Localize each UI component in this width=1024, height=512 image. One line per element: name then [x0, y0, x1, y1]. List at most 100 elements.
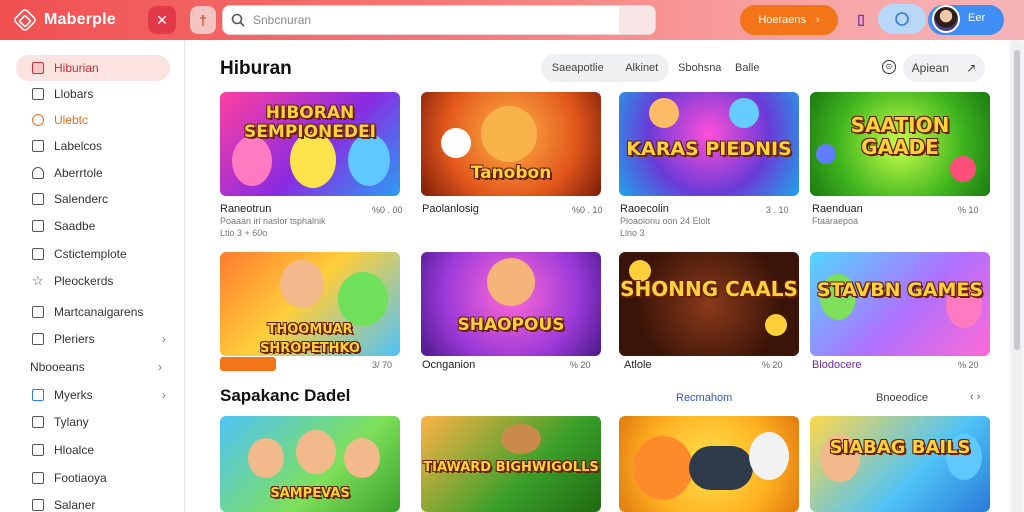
game-card[interactable]: Tanobon [421, 92, 601, 196]
card-name[interactable]: Raenduan [812, 203, 863, 215]
card-score: % 20 [570, 360, 591, 370]
carousel-arrows[interactable]: ‹ › [970, 391, 980, 403]
sidebar-item-label: Pleriers [54, 332, 95, 346]
game-card[interactable]: SAMPEVAS [220, 416, 400, 512]
card-score: % 20 [958, 360, 979, 370]
search-icon [231, 13, 245, 27]
card-art-title: SAMPEVAS [270, 486, 350, 501]
card-name[interactable]: Atlole [624, 359, 652, 371]
close-icon[interactable]: ✕ [148, 6, 176, 34]
section-link-secondary[interactable]: Bnoeodice [876, 392, 928, 404]
cta-label: Hoeraens [758, 14, 807, 26]
stack-icon [32, 88, 44, 100]
sidebar-item-hloalce[interactable]: Hloalce [16, 437, 170, 463]
game-card[interactable]: SHONNG CAALS [619, 252, 799, 356]
sidebar-item-label: Llobars [54, 87, 94, 101]
filter-option[interactable]: Saeapotlie [552, 62, 604, 74]
info-icon[interactable]: ⊙ [882, 60, 896, 74]
search-placeholder: Snbcnuran [253, 13, 312, 27]
game-card[interactable]: HIBORAN SEMPIONEDEI [220, 92, 400, 196]
sidebar-item-label: Ulebtc [54, 113, 89, 127]
square-icon [32, 499, 44, 511]
card-score: % 10 [958, 205, 979, 215]
filter-group[interactable]: Saeapotlie Alkinet [541, 54, 669, 82]
sidebar-item-labelcos[interactable]: Labelcos [16, 133, 170, 159]
book-icon[interactable]: ▯ [850, 8, 872, 30]
app-name: Maberple [44, 11, 116, 28]
card-subtitle: Poaaan iri naslor tsphalnik [220, 216, 326, 226]
scrollbar-thumb[interactable] [1014, 50, 1020, 350]
filter-option[interactable]: Sbohsna [678, 62, 721, 74]
card-subtitle: Ftaaraepoa [812, 216, 859, 226]
sidebar-item-myerks[interactable]: Myerks › [16, 382, 170, 408]
calendar-icon [32, 306, 44, 318]
sidebar-item-salenderc[interactable]: Salenderc [16, 186, 170, 212]
grid-icon [32, 140, 44, 152]
menu-icon [32, 333, 44, 345]
cta-button[interactable]: Hoeraens › [740, 5, 838, 35]
card-badge [765, 338, 787, 349]
game-card[interactable]: SAATION GAADE [810, 92, 990, 196]
game-card[interactable]: TIAWARD BIGHWIGOLLS [421, 416, 601, 512]
sidebar-item-label: Labelcos [54, 139, 103, 153]
game-card[interactable]: STAVBN GAMES [810, 252, 990, 356]
star-icon: ☆ [32, 273, 44, 288]
card-name[interactable]: Raneotrun [220, 203, 271, 215]
sidebar-item-martcanaigarens[interactable]: Martcanaigarens [16, 299, 170, 325]
arrow-icon: ↗ [966, 61, 977, 75]
game-card[interactable]: SHAOPOUS [421, 252, 601, 356]
help-icon[interactable] [878, 4, 926, 34]
apply-button[interactable]: Apiean ↗ [903, 54, 985, 82]
user-label: Eer [968, 12, 986, 24]
game-card[interactable]: THOOMUAR SHROPETHKO [220, 252, 400, 356]
card-score: % 20 [762, 360, 783, 370]
chevron-right-icon[interactable]: › [158, 360, 180, 374]
sidebar-item-saadbe[interactable]: Saadbe [16, 213, 170, 239]
top-bar: Maberple ✕ † Snbcnuran Hoeraens › ▯ Eer [0, 0, 1024, 40]
sidebar-item-pleriers[interactable]: Pleriers › [16, 326, 170, 352]
sidebar-item-label: Cstictemplote [54, 247, 127, 261]
card-subtitle: Ltio 3 + 60o [220, 228, 268, 238]
card-art-title: SHONNG CAALS [620, 277, 798, 301]
card-art-title: STAVBN GAMES [816, 279, 984, 301]
sidebar-item-ulebtc[interactable]: Ulebtc [16, 107, 170, 133]
chevron-right-icon: › [816, 14, 820, 26]
card-art-title: SIABAG BAILS [829, 437, 971, 458]
sidebar-item-pleockerds[interactable]: ☆ Pleockerds [16, 268, 170, 294]
pin-icon[interactable]: † [190, 6, 216, 34]
logo-icon [12, 7, 38, 33]
game-card[interactable]: SIABAG BAILS [810, 416, 990, 512]
card-name[interactable]: Raoecolin [620, 203, 669, 215]
app-logo[interactable]: Maberple [12, 6, 116, 34]
sidebar-item-tylany[interactable]: Tylany [16, 409, 170, 435]
sidebar-item-hiburian[interactable]: Hiburian [16, 55, 170, 81]
sidebar-item-label: Hloalce [54, 443, 95, 457]
sidebar-item-llobars[interactable]: Llobars [16, 81, 170, 107]
sidebar-item-label: Tylany [54, 415, 89, 429]
card-name[interactable]: Ocnganion [422, 359, 475, 371]
section-link[interactable]: Recmahom [676, 392, 732, 404]
sidebar-item-aberrtole[interactable]: Aberrtole [16, 160, 170, 186]
card-art-title: SHAOPOUS [457, 315, 565, 335]
search-input[interactable]: Snbcnuran [222, 5, 656, 35]
card-name[interactable]: Blodocere [812, 359, 862, 371]
page-title: Hiburan [220, 58, 292, 79]
sidebar-item-salaner[interactable]: Salaner [16, 492, 170, 512]
filter-option[interactable]: Balle [735, 62, 759, 74]
box-icon [32, 220, 44, 232]
card-score: 3 . 10 [766, 205, 789, 215]
sidebar-item-cstictemplote[interactable]: Cstictemplote [16, 241, 170, 267]
card-tag [220, 357, 276, 371]
game-card[interactable]: KARAS PIEDNIS [619, 92, 799, 196]
card-art-title: THOOMUAR SHROPETHKO [259, 322, 360, 356]
filter-option[interactable]: Alkinet [625, 62, 658, 74]
sidebar-item-label: Myerks [54, 388, 93, 402]
scrollbar[interactable] [1012, 42, 1022, 512]
search-clear-area[interactable] [619, 6, 655, 34]
card-art-title: KARAS PIEDNIS [626, 138, 792, 160]
people-icon [32, 444, 44, 456]
game-card[interactable] [619, 416, 799, 512]
card-name[interactable]: Paolanlosig [422, 203, 479, 215]
avatar[interactable] [932, 5, 960, 33]
sidebar-item-footiaoya[interactable]: Footiaoya [16, 465, 170, 491]
